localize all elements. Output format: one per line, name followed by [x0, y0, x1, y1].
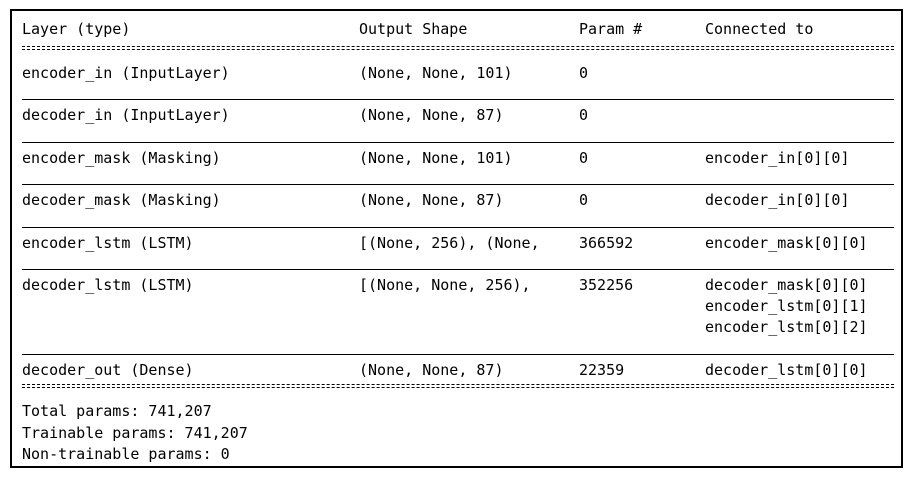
header-connected-to: Connected to [705, 20, 814, 38]
row-connected-to: decoder_mask[0][0] [705, 276, 868, 294]
model-summary-panel: Layer (type) Output Shape Param # Connec… [10, 9, 903, 468]
row-divider [22, 99, 894, 100]
total-params: Total params: 741,207 [22, 402, 212, 420]
row-connected-to: decoder_lstm[0][0] [705, 361, 868, 379]
header-param-count: Param # [579, 20, 643, 38]
row-param-count: 0 [579, 191, 589, 209]
row-connected-to: encoder_mask[0][0] [705, 234, 868, 252]
header-layer-type: Layer (type) [22, 20, 131, 38]
row-output-shape: [(None, None, 256), [359, 276, 531, 294]
row-param-count: 0 [579, 64, 589, 82]
row-layer: decoder_out (Dense) [22, 361, 194, 379]
row-divider [22, 227, 894, 228]
row-param-count: 352256 [579, 276, 634, 294]
row-layer: encoder_in (InputLayer) [22, 64, 230, 82]
header-output-shape: Output Shape [359, 20, 468, 38]
row-layer: encoder_lstm (LSTM) [22, 234, 194, 252]
row-output-shape: (None, None, 87) [359, 361, 504, 379]
row-divider [22, 184, 894, 185]
row-layer: encoder_mask (Masking) [22, 149, 221, 167]
row-connected-to: encoder_lstm[0][1] [705, 297, 868, 315]
row-param-count: 0 [579, 106, 589, 124]
row-layer: decoder_lstm (LSTM) [22, 276, 194, 294]
row-output-shape: (None, None, 101) [359, 64, 513, 82]
row-param-count: 366592 [579, 234, 634, 252]
row-output-shape: (None, None, 87) [359, 191, 504, 209]
row-connected-to: encoder_in[0][0] [705, 149, 850, 167]
row-layer: decoder_mask (Masking) [22, 191, 221, 209]
non-trainable-params: Non-trainable params: 0 [22, 445, 230, 463]
footer-double-divider [22, 384, 894, 388]
row-output-shape: (None, None, 87) [359, 106, 504, 124]
header-double-divider [22, 46, 894, 50]
row-layer: decoder_in (InputLayer) [22, 106, 230, 124]
row-divider [22, 354, 894, 355]
row-param-count: 0 [579, 149, 589, 167]
row-connected-to: decoder_in[0][0] [705, 191, 850, 209]
row-divider [22, 142, 894, 143]
trainable-params: Trainable params: 741,207 [22, 424, 248, 442]
row-connected-to: encoder_lstm[0][2] [705, 318, 868, 336]
row-divider [22, 269, 894, 270]
row-output-shape: [(None, 256), (None, [359, 234, 540, 252]
row-param-count: 22359 [579, 361, 625, 379]
row-output-shape: (None, None, 101) [359, 149, 513, 167]
